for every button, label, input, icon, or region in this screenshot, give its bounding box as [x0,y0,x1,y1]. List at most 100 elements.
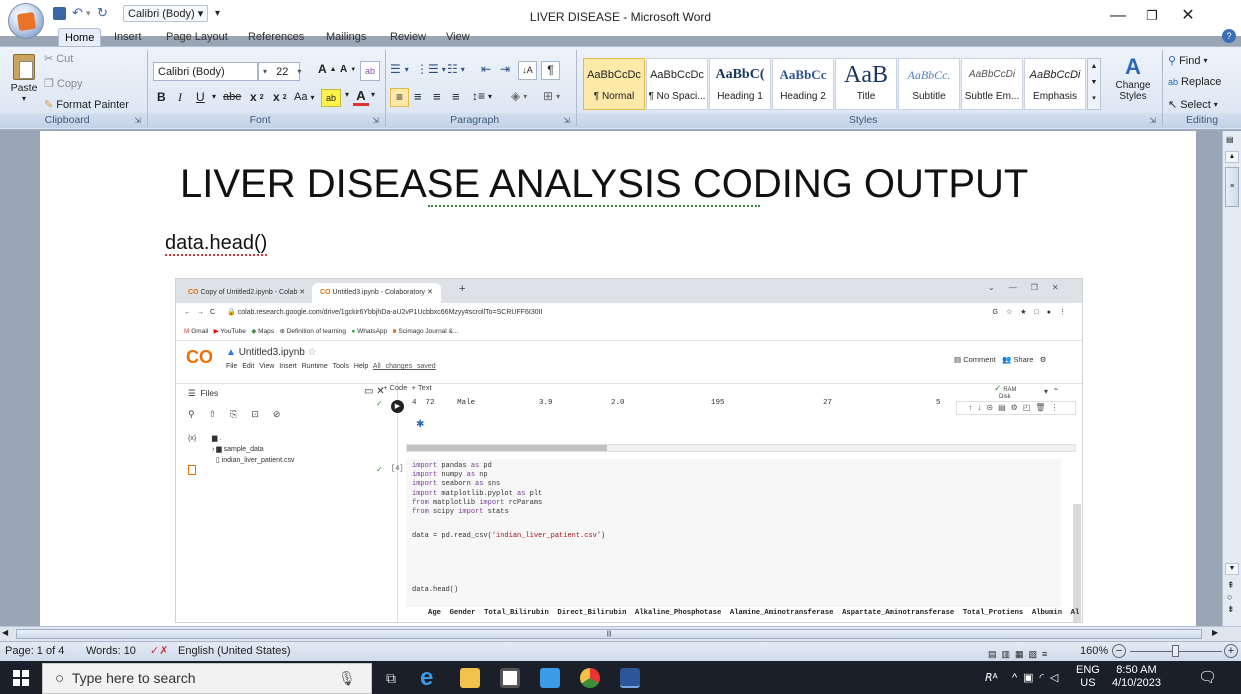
settings-gear-icon[interactable]: ⚙ [1040,355,1047,364]
menu-help[interactable]: Help [354,363,368,370]
saved-status[interactable]: All changes saved [373,363,436,370]
clock[interactable]: 8:50 AM 4/10/2023 [1112,664,1161,690]
restore-icon[interactable]: ❐ [1134,4,1170,28]
superscript-button[interactable]: x2 [273,90,287,104]
tab-page-layout[interactable]: Page Layout [160,28,234,46]
tab-home[interactable]: Home [58,28,102,46]
tab-review[interactable]: Review [384,28,432,46]
style-item-7[interactable]: AaBbCcDi Emphasis [1024,58,1086,110]
office-button[interactable] [8,3,44,39]
help-icon[interactable]: ? [1222,29,1236,43]
language-indicator[interactable]: English (United States) [178,642,291,661]
ruler-toggle-icon[interactable]: ▤ [1226,135,1234,144]
change-case-button[interactable]: Aa ▾ [294,91,314,103]
windows-start-icon[interactable] [13,670,29,686]
bookmark[interactable]: WhatsApp [357,328,387,335]
microphone-icon[interactable]: 🎙 [338,664,356,693]
comment-button[interactable]: Comment [963,355,996,364]
nav-arrows-icon[interactable]: ←→C [184,309,221,316]
cut-button[interactable]: ✂ Cut [44,52,73,66]
variables-icon[interactable]: {x} [188,435,196,442]
document-title[interactable]: LIVER DISEASE ANALYSIS CODING OUTPUT [180,162,1028,207]
highlight-dropdown-icon[interactable]: ▾ [345,90,349,99]
menu-insert[interactable]: Insert [279,363,297,370]
task-view-icon[interactable]: ⧉ [386,670,396,687]
runtime-controls[interactable]: ▾ ⌃ [1044,387,1059,396]
address-bar[interactable]: ←→C 🔒 colab.research.google.com/drive/1g… [176,303,1082,323]
style-item-4[interactable]: AaB Title [835,58,897,110]
view-buttons[interactable]: ▤▥▦▧≡ [988,645,1073,659]
store-icon[interactable] [500,668,520,688]
borders-button[interactable]: ⊞ ▾ [543,89,560,103]
hscroll-thumb[interactable]: ||| [16,629,1202,639]
files-pane-controls[interactable]: ▭ ✕ [364,386,385,397]
shading-button[interactable]: ◈ ▾ [511,89,527,103]
embedded-screenshot[interactable]: CO Copy of Untitled2.ipynb - Colab ✕ CO … [175,278,1083,623]
vertical-scrollbar[interactable]: ▤ ▲ ≡ ▼ ⇞ ○ ⇟ [1222,131,1241,626]
proofing-icon[interactable]: ✓✗ [150,642,168,661]
bookmark[interactable]: Scimago Journal &... [398,328,458,335]
change-styles-button[interactable]: A Change Styles [1110,54,1156,112]
new-tab-icon[interactable]: + [459,283,465,295]
align-left-button[interactable]: ≡ [390,88,409,107]
share-button[interactable]: Share [1013,355,1033,364]
menu-view[interactable]: View [259,363,274,370]
zoom-slider-thumb[interactable] [1172,645,1179,657]
colab-menu-bar[interactable]: File Edit View Insert Runtime Tools Help… [226,363,436,370]
bookmark[interactable]: YouTube [220,328,246,335]
add-text-button[interactable]: + Text [412,383,432,392]
menu-edit[interactable]: Edit [242,363,254,370]
show-marks-icon[interactable]: ¶ [541,61,560,80]
word-taskbar-icon[interactable] [620,668,640,688]
sort-icon[interactable]: ↓A [518,61,537,80]
tab-mailings[interactable]: Mailings [320,28,372,46]
multilevel-list-button[interactable]: ☷ ▾ [447,62,465,76]
style-item-2[interactable]: AaBbC(Heading 1 [709,58,771,110]
document-subtitle[interactable]: data.head() [165,232,268,256]
bookmark[interactable]: Definition of learning [287,328,346,335]
taskbar-search[interactable]: ○ Type here to search 🎙 [42,663,372,694]
style-item-1[interactable]: AaBbCcDc ¶ No Spaci... [646,58,708,110]
horizontal-scrollbar[interactable]: ◀ ||| ▶ [0,626,1241,641]
tab-references[interactable]: References [242,28,310,46]
cell-toolbar[interactable]: ↑↓⊝▤⚙◰🗑⋮ [956,401,1076,415]
font-name-combo[interactable]: Calibri (Body) [153,62,258,81]
underline-button[interactable]: U [196,90,205,104]
font-color-dropdown-icon[interactable]: ▾ [371,90,375,99]
files-toolbar-icons[interactable]: ⚲⇧⎘⊡⊘ [188,409,294,420]
system-tray-icons[interactable]: ^▣◜◁ [1012,671,1064,684]
output-hscroll[interactable] [406,444,1076,452]
tree-item-csv[interactable]: ▯ indian_liver_patient.csv [212,455,295,466]
subscript-button[interactable]: x2 [250,90,264,104]
clear-format-icon[interactable]: ab [360,61,380,81]
people-icon[interactable]: 𝘙ᴬ [985,671,998,684]
resources-indicator[interactable]: ✓ RAM Disk [994,384,1017,401]
line-spacing-button[interactable]: ↕≡ ▾ [472,89,492,103]
bookmark[interactable]: Gmail [191,328,208,335]
zoom-out-icon[interactable]: − [1112,644,1126,658]
style-item-0[interactable]: AaBbCcDc ¶ Normal [583,58,645,110]
scroll-up-icon[interactable]: ▲ [1225,151,1239,163]
tab-view[interactable]: View [440,28,476,46]
browser-actions-icon[interactable]: G☆★□●⋮ [993,303,1074,323]
numbering-button[interactable]: ⋮☰ ▾ [416,62,446,76]
bold-button[interactable]: B [157,90,166,104]
font-size-combo[interactable]: ▾ 22 ▾ [258,62,301,81]
menu-runtime[interactable]: Runtime [302,363,328,370]
magic-wand-icon[interactable]: ✱ [416,419,424,430]
replace-button[interactable]: ab Replace [1168,76,1221,88]
minimize-icon[interactable]: — [1100,4,1136,28]
notebook-scrollbar[interactable] [1073,504,1081,622]
shrink-font-button[interactable]: A ▼ [340,64,356,75]
colab-logo[interactable]: CO [186,347,213,368]
zoom-level[interactable]: 160% [1080,642,1108,661]
styles-launcher-icon[interactable]: ⇲ [1149,113,1156,128]
style-item-3[interactable]: AaBbCc Heading 2 [772,58,834,110]
italic-button[interactable]: I [178,90,182,105]
clipboard-launcher-icon[interactable]: ⇲ [134,113,141,128]
select-button[interactable]: ↖ Select ▾ [1168,98,1218,112]
align-center-button[interactable]: ≡ [414,89,422,104]
underline-dropdown-icon[interactable]: ▾ [212,92,216,101]
word-count[interactable]: Words: 10 [86,642,136,661]
run-cell-icon[interactable]: ▶ [391,400,404,413]
